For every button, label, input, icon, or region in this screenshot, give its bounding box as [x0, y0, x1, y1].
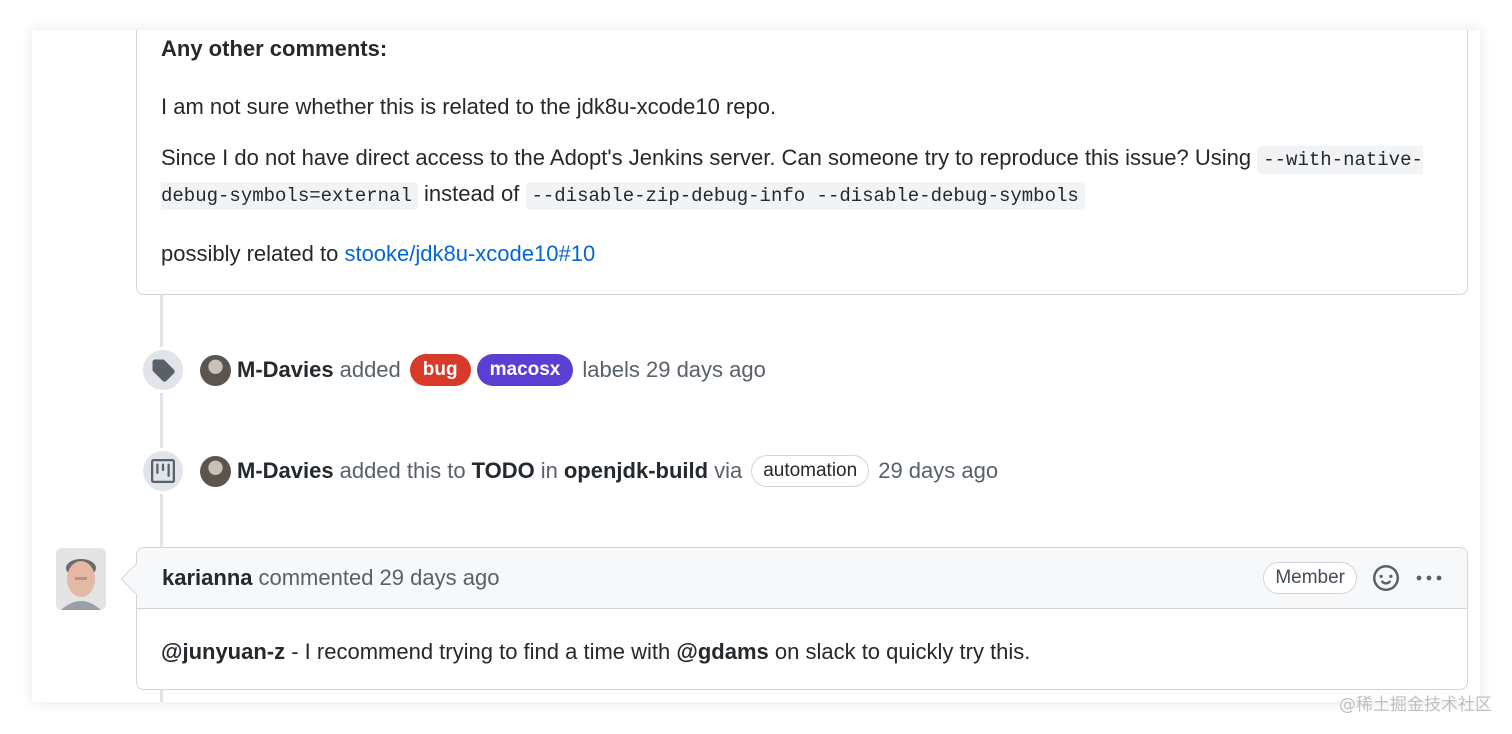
label-macosx[interactable]: macosx [476, 354, 574, 386]
comment-timestamp[interactable]: commented 29 days ago [259, 565, 500, 591]
comment-text-1: - I recommend trying to find a time with [285, 639, 677, 664]
event-author[interactable]: M-Davies [237, 458, 334, 484]
automation-pill: automation [751, 455, 870, 487]
comment-paragraph-3: possibly related to stooke/jdk8u-xcode10… [161, 237, 1443, 270]
smiley-icon[interactable] [1373, 565, 1399, 591]
paragraph-3-text: possibly related to [161, 241, 339, 266]
event-author[interactable]: M-Davies [237, 357, 334, 383]
comment-karianna: karianna commented 29 days ago Member @j… [120, 547, 1468, 690]
project-column[interactable]: TODO [472, 458, 535, 484]
event-action: added this to [339, 458, 466, 483]
inline-code-disable-debug: --disable-zip-debug-info --disable-debug… [525, 182, 1085, 210]
issue-timeline: Any other comments: I am not sure whethe… [32, 30, 1480, 702]
mention-junyuan-z[interactable]: @junyuan-z [161, 639, 285, 664]
project-icon [140, 448, 186, 494]
watermark: @稀土掘金技术社区 [1339, 695, 1492, 715]
comment-paragraph-2: Since I do not have direct access to the… [161, 141, 1443, 213]
avatar[interactable] [200, 354, 231, 386]
comment-body: @junyuan-z - I recommend trying to find … [137, 609, 1467, 668]
comment-text-2: on slack to quickly try this. [768, 639, 1031, 664]
issue-link[interactable]: stooke/jdk8u-xcode10#10 [344, 241, 595, 266]
via-word: via [714, 458, 743, 483]
paragraph-2-mid-text: instead of [423, 181, 520, 206]
event-timestamp: labels 29 days ago [582, 357, 766, 382]
comment-paragraph-1: I am not sure whether this is related to… [161, 94, 777, 119]
mention-gdams[interactable]: @gdams [676, 639, 768, 664]
comment-header: karianna commented 29 days ago Member [137, 548, 1467, 609]
paragraph-2-text: Since I do not have direct access to the… [161, 145, 1252, 170]
comment-author[interactable]: karianna [162, 565, 253, 591]
avatar[interactable] [56, 548, 106, 610]
project-name[interactable]: openjdk-build [564, 458, 708, 484]
timeline-event-project: M-Davies added this to TODO in openjdk-b… [140, 448, 998, 494]
in-word: in [540, 458, 558, 483]
comment-heading: Any other comments: [161, 36, 388, 61]
label-bug[interactable]: bug [409, 354, 471, 386]
event-timestamp: 29 days ago [878, 458, 999, 483]
tag-icon [140, 347, 186, 393]
avatar[interactable] [200, 455, 231, 487]
comment-body-previous: Any other comments: I am not sure whethe… [136, 30, 1468, 295]
member-badge: Member [1263, 562, 1357, 594]
event-action: added [339, 357, 401, 382]
timeline-event-labels: M-Davies added bug macosx labels 29 days… [140, 347, 766, 393]
kebab-menu-icon[interactable] [1415, 565, 1443, 591]
